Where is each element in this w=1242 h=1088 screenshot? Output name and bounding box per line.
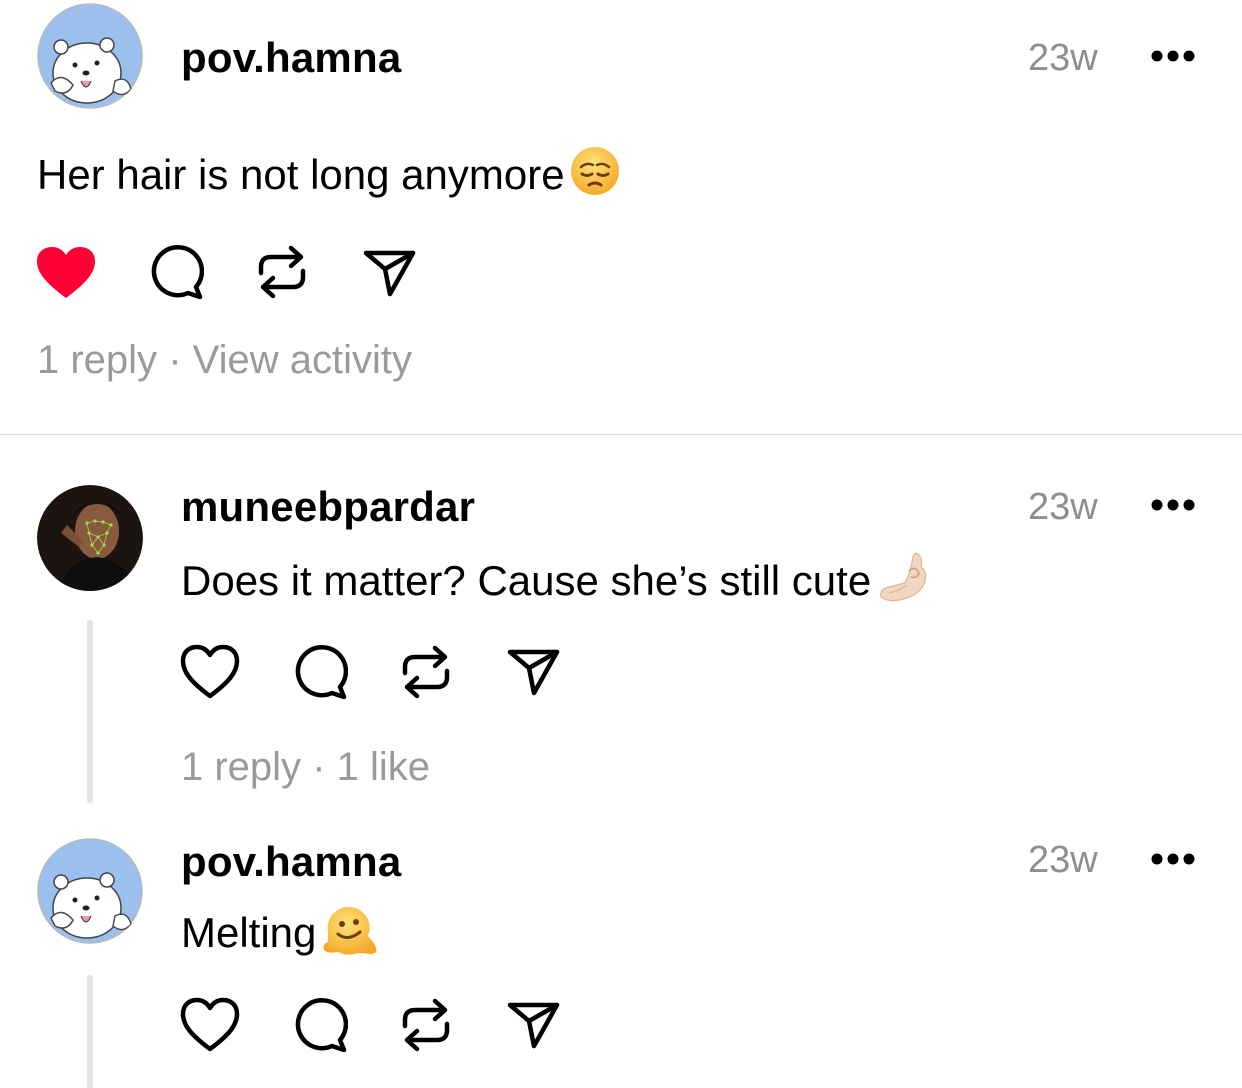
username[interactable]: pov.hamna xyxy=(181,841,401,883)
repost-arrows-icon xyxy=(402,998,450,1052)
post-text: Her hair is not long anymore xyxy=(37,145,621,204)
view-activity-link[interactable]: View activity xyxy=(193,338,412,382)
send-paper-plane-icon xyxy=(507,1002,560,1049)
separator: · xyxy=(312,745,337,789)
comment-bubble-icon xyxy=(151,245,204,300)
user-photo-avatar-icon xyxy=(37,485,143,591)
heart-filled-icon xyxy=(37,247,95,298)
username[interactable]: pov.hamna xyxy=(181,37,401,79)
more-options-button[interactable] xyxy=(1151,498,1195,511)
reply-text: Does it matter? Cause she’s still cute xyxy=(181,549,931,612)
reply-stats: 1 reply · 1 like xyxy=(181,747,430,787)
reply-button[interactable] xyxy=(290,996,348,1054)
bear-avatar-icon xyxy=(37,838,143,944)
avatar[interactable] xyxy=(37,485,143,591)
like-button[interactable] xyxy=(36,246,96,300)
avatar[interactable] xyxy=(37,838,143,944)
heart-outline-icon xyxy=(180,997,240,1052)
send-paper-plane-icon xyxy=(507,649,560,696)
thread-line xyxy=(87,975,93,1088)
username[interactable]: muneebpardar xyxy=(181,486,475,528)
avatar[interactable] xyxy=(37,3,143,109)
more-options-button[interactable] xyxy=(1151,49,1195,62)
ellipsis-icon xyxy=(1151,499,1195,511)
heart-outline-icon xyxy=(180,644,240,699)
reply-text: Melting xyxy=(181,902,378,963)
repost-arrows-icon xyxy=(402,645,450,699)
comment-bubble-icon xyxy=(295,645,348,700)
bear-avatar-icon xyxy=(37,3,143,109)
repost-button[interactable] xyxy=(255,243,309,301)
melting-face-emoji-icon xyxy=(320,902,378,963)
thread-line xyxy=(87,620,93,803)
separator: · xyxy=(168,338,193,382)
ellipsis-icon xyxy=(1151,50,1195,62)
ellipsis-icon xyxy=(1151,853,1195,865)
pensive-face-emoji-icon xyxy=(569,145,621,204)
pinching-hand-emoji-icon xyxy=(875,549,931,612)
more-options-button[interactable] xyxy=(1151,852,1195,865)
comment-bubble-icon xyxy=(295,998,348,1053)
repost-button[interactable] xyxy=(399,996,453,1054)
like-button[interactable] xyxy=(180,644,240,700)
reply-text-content: Melting xyxy=(181,908,317,956)
timestamp: 23w xyxy=(1028,37,1098,79)
threads-post-view: pov.hamna 23w Her hair is not long anymo… xyxy=(0,0,1242,1088)
send-paper-plane-icon xyxy=(363,250,416,297)
reply-text-content: Does it matter? Cause she’s still cute xyxy=(181,556,872,604)
share-button[interactable] xyxy=(507,646,561,698)
repost-button[interactable] xyxy=(399,643,453,701)
share-button[interactable] xyxy=(363,247,417,299)
reply-button[interactable] xyxy=(290,643,348,701)
divider xyxy=(0,434,1242,435)
share-button[interactable] xyxy=(507,999,561,1051)
likes-count-link[interactable]: 1 like xyxy=(337,745,430,789)
replies-count-link[interactable]: 1 reply xyxy=(181,745,301,789)
post-stats: 1 reply · View activity xyxy=(37,340,412,380)
timestamp: 23w xyxy=(1028,839,1098,881)
like-button[interactable] xyxy=(180,997,240,1053)
repost-arrows-icon xyxy=(258,245,306,299)
timestamp: 23w xyxy=(1028,486,1098,528)
replies-count-link[interactable]: 1 reply xyxy=(37,338,157,382)
post-text-content: Her hair is not long anymore xyxy=(37,150,565,198)
reply-button[interactable] xyxy=(146,243,204,301)
